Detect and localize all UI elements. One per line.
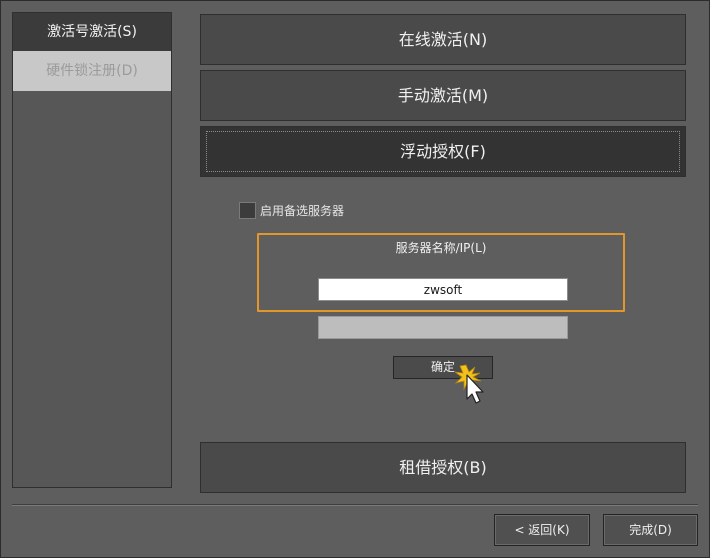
online-activation-label: 在线激活(N): [398, 30, 488, 49]
mouse-cursor-icon: [454, 364, 484, 404]
borrow-license-label: 租借授权(B): [399, 458, 487, 477]
secondary-server-input[interactable]: [318, 316, 568, 339]
alternate-server-label: 启用备选服务器: [260, 203, 345, 218]
manual-activation-button[interactable]: 手动激活(M): [200, 70, 686, 121]
activation-dialog: 激活号激活(S) 硬件锁注册(D) 在线激活(N) 手动激活(M) 浮动授权(F…: [0, 0, 710, 558]
sidebar-item-hardware-lock[interactable]: 硬件锁注册(D): [13, 51, 171, 91]
alternate-server-checkbox[interactable]: [239, 201, 256, 219]
floating-license-button[interactable]: 浮动授权(F): [200, 126, 686, 177]
footer-divider: [12, 504, 698, 506]
server-name-label: 服务器名称/IP(L): [395, 241, 487, 255]
back-button[interactable]: < 返回(K): [494, 514, 590, 546]
online-activation-button[interactable]: 在线激活(N): [200, 14, 686, 65]
borrow-license-button[interactable]: 租借授权(B): [200, 442, 686, 493]
floating-license-label: 浮动授权(F): [400, 142, 486, 161]
server-name-input[interactable]: [318, 278, 568, 301]
finish-button[interactable]: 完成(D): [603, 514, 698, 546]
manual-activation-label: 手动激活(M): [397, 86, 489, 105]
alternate-server-row: 启用备选服务器: [239, 201, 344, 219]
sidebar: 激活号激活(S) 硬件锁注册(D): [12, 12, 172, 488]
sidebar-item-serial-activation[interactable]: 激活号激活(S): [13, 13, 171, 51]
